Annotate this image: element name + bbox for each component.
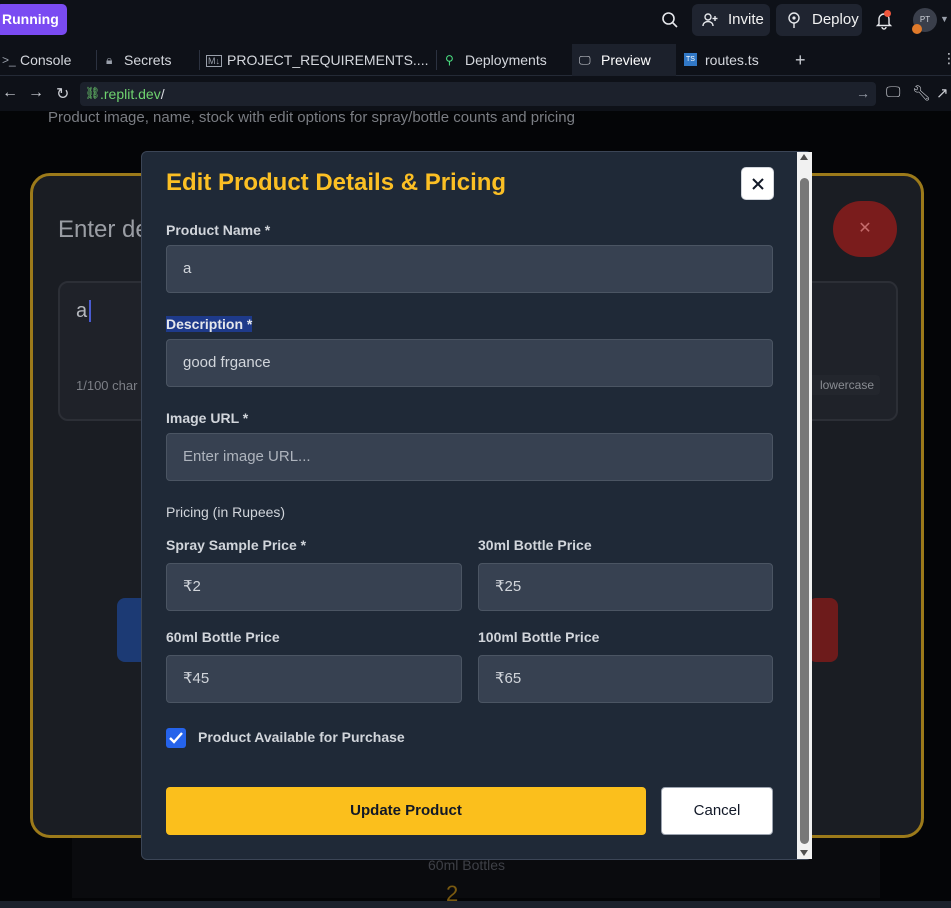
image-url-input[interactable]: Enter image URL...: [166, 433, 773, 481]
pricing-heading: Pricing (in Rupees): [166, 504, 286, 520]
ml100-price-input[interactable]: ₹65: [478, 655, 773, 703]
modal-title: Edit Product Details & Pricing: [166, 169, 507, 196]
product-name-input[interactable]: a: [166, 245, 773, 293]
ml60-price-input[interactable]: ₹45: [166, 655, 462, 703]
chevron-down-icon[interactable]: ▼: [940, 14, 949, 24]
tab-label: Deployments: [465, 52, 547, 68]
tab-label: routes.ts: [705, 52, 759, 68]
spray-price-label: Spray Sample Price *: [166, 537, 307, 553]
invite-button[interactable]: Invite: [692, 4, 770, 36]
ml30-price-label: 30ml Bottle Price: [478, 537, 592, 553]
deploy-icon: [788, 12, 800, 28]
deploy-button[interactable]: Deploy: [776, 4, 862, 36]
background-char-count: 1/100 char: [76, 378, 138, 393]
edit-product-modal: Edit Product Details & Pricing Product N…: [141, 151, 812, 860]
terminal-icon: >_: [2, 53, 16, 67]
modal-scrollbar[interactable]: [797, 152, 812, 859]
invite-label: Invite: [728, 11, 764, 28]
ml60-price-label: 60ml Bottle Price: [166, 629, 280, 645]
lock-icon: 🔒︎: [106, 53, 113, 67]
tab-divider: [436, 50, 437, 70]
url-input[interactable]: ⛓︎ .replit.dev/ →: [80, 82, 876, 106]
typescript-icon: TS: [684, 53, 697, 66]
background-red-button: [808, 598, 838, 662]
background-title: Enter de: [58, 216, 149, 243]
background-bottom-number: 2: [446, 881, 459, 901]
available-label[interactable]: Product Available for Purchase: [198, 729, 405, 745]
deploy-label: Deploy: [812, 11, 859, 28]
back-icon[interactable]: ←: [2, 84, 18, 102]
avatar-badge: [912, 24, 922, 34]
devices-icon[interactable]: 🖵︎: [886, 84, 900, 101]
tab-label: Preview: [601, 52, 651, 68]
close-button[interactable]: [741, 167, 774, 200]
scroll-up-arrow[interactable]: [800, 154, 808, 160]
background-description: Product image, name, stock with edit opt…: [48, 111, 575, 126]
bottom-status-strip: [0, 901, 951, 908]
search-icon[interactable]: [660, 10, 680, 30]
url-bar: ← → ↻ ⛓︎ .replit.dev/ → 🖵︎ 🔧︎ ↗: [0, 79, 951, 109]
tab-project-requirements[interactable]: M↓ PROJECT_REQUIREMENTS....: [204, 44, 434, 76]
run-button[interactable]: Running: [0, 4, 67, 35]
tab-label: Console: [20, 52, 72, 68]
text-caret: [89, 300, 91, 322]
wrench-icon[interactable]: 🔧︎: [912, 84, 931, 102]
description-input[interactable]: good frgance: [166, 339, 773, 387]
url-text: .replit.dev/: [100, 86, 165, 102]
notification-dot: [884, 10, 891, 17]
link-icon: ⛓︎: [85, 86, 101, 100]
forward-icon[interactable]: →: [28, 84, 44, 102]
update-product-button[interactable]: Update Product: [166, 787, 646, 835]
scroll-thumb[interactable]: [800, 178, 809, 844]
background-close-button: ✕: [833, 201, 897, 257]
tab-label: PROJECT_REQUIREMENTS....: [227, 52, 429, 68]
product-name-label: Product Name *: [166, 222, 271, 238]
deploy-icon: ⚲: [445, 53, 454, 67]
markdown-icon: M↓: [206, 55, 222, 67]
more-icon[interactable]: ⋮: [942, 50, 951, 67]
cancel-button[interactable]: Cancel: [661, 787, 773, 835]
close-icon: [752, 178, 764, 190]
background-lowercase-chip: lowercase: [800, 375, 880, 395]
tab-deployments[interactable]: ⚲ Deployments: [443, 44, 567, 76]
new-tab-button[interactable]: +: [795, 44, 806, 76]
description-label: Description *: [166, 316, 253, 332]
ml100-price-label: 100ml Bottle Price: [478, 629, 600, 645]
external-link-icon[interactable]: ↗: [936, 84, 949, 102]
tab-bar: >_ Console 🔒︎ Secrets M↓ PROJECT_REQUIRE…: [0, 44, 951, 76]
tab-console[interactable]: >_ Console: [0, 44, 95, 76]
add-user-icon: [702, 13, 718, 27]
reload-icon[interactable]: ↻: [56, 84, 69, 104]
tab-divider: [96, 50, 97, 70]
spray-price-input[interactable]: ₹2: [166, 563, 462, 611]
tab-divider: [199, 50, 200, 70]
tab-preview[interactable]: 🖵︎ Preview: [572, 44, 676, 76]
image-url-label: Image URL *: [166, 410, 249, 426]
arrow-right-icon[interactable]: →: [856, 85, 870, 101]
check-icon: [169, 732, 183, 744]
monitor-icon: 🖵︎: [579, 53, 591, 67]
tab-label: Secrets: [124, 52, 172, 68]
tab-secrets[interactable]: 🔒︎ Secrets: [104, 44, 198, 76]
ml30-price-input[interactable]: ₹25: [478, 563, 773, 611]
tab-routes-ts[interactable]: TS routes.ts: [680, 44, 780, 76]
available-checkbox[interactable]: [166, 728, 186, 748]
scroll-down-arrow[interactable]: [800, 850, 808, 856]
top-bar: Running Invite Deploy PT ▼: [0, 0, 951, 40]
background-input-value: a: [76, 300, 88, 322]
